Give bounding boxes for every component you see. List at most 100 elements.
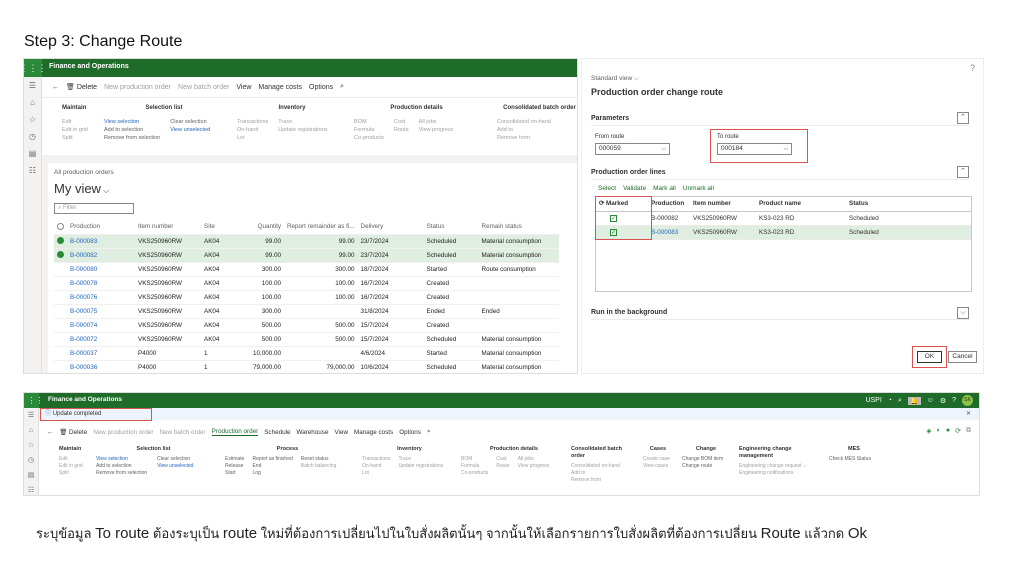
release-button[interactable]: Release	[225, 463, 244, 470]
column-header[interactable]: Product name	[756, 197, 846, 212]
waffle-icon[interactable]: ⋮⋮⋮	[24, 393, 44, 408]
all-jobs-button[interactable]: All jobs	[518, 456, 550, 463]
cost-button[interactable]: Cost	[394, 118, 409, 126]
gear-icon[interactable]: ⚙	[940, 397, 946, 405]
production-link[interactable]: B-000076	[67, 290, 135, 305]
edit-button[interactable]: Edit	[62, 118, 88, 126]
search-icon[interactable]: ⌕	[340, 83, 344, 91]
formula-button[interactable]: Formula	[354, 126, 384, 134]
column-header[interactable]: Production	[648, 197, 690, 212]
column-header[interactable]: Site	[201, 220, 246, 235]
batch-balancing-button[interactable]: Batch balancing	[301, 463, 337, 470]
search-icon[interactable]: ⌕	[898, 397, 902, 405]
change-route-button[interactable]: Change route	[682, 463, 730, 470]
engineering-notifications-button[interactable]: Engineering notifications	[739, 470, 824, 477]
remove-from-button[interactable]: Remove from	[571, 477, 636, 484]
split-button[interactable]: Split	[62, 134, 88, 142]
column-header[interactable]: Quantity	[246, 220, 284, 235]
report-as-finished-button[interactable]: Report as finished	[252, 456, 292, 463]
route-button[interactable]: Route	[496, 463, 509, 470]
edit-button[interactable]: Edit	[59, 456, 83, 463]
production-link[interactable]: B-000083	[67, 234, 135, 249]
new-batch-order-button[interactable]: New batch order	[159, 429, 205, 436]
waffle-icon[interactable]: ⋮⋮⋮	[24, 59, 47, 77]
workspace-icon[interactable]: ▤	[24, 145, 41, 162]
formula-button[interactable]: Formula	[461, 463, 488, 470]
help-icon[interactable]: ?	[970, 63, 975, 73]
validate-button[interactable]: Validate	[623, 185, 646, 192]
check-mes-status-button[interactable]: Check MES Status	[829, 456, 879, 463]
row-checkbox[interactable]	[57, 251, 64, 259]
search-icon[interactable]: ⌕	[427, 428, 431, 436]
table-row[interactable]: ✓ B-000082 VKS250960RW KS3-023 RD Schedu…	[596, 211, 971, 226]
hamburger-icon[interactable]: ☰	[24, 77, 41, 94]
clear-selection-button[interactable]: Clear selection	[170, 118, 210, 126]
chevron-up-icon[interactable]: ⌃	[957, 112, 969, 124]
clear-selection-button[interactable]: Clear selection	[157, 456, 193, 463]
from-route-select[interactable]: 000059 ⌵	[595, 143, 670, 155]
bell-icon[interactable]: 🔔	[907, 396, 921, 405]
production-link[interactable]: B-000082	[67, 248, 135, 263]
tab-warehouse[interactable]: Warehouse	[296, 429, 328, 436]
split-button[interactable]: Split	[59, 470, 83, 477]
on-hand-button[interactable]: On-hand	[362, 463, 390, 470]
update-registrations-button[interactable]: Update registrations	[278, 126, 327, 134]
tab-production-order[interactable]: Production order	[211, 428, 259, 436]
app-name[interactable]: Finance and Operations	[48, 396, 122, 403]
lot-button[interactable]: Lot	[362, 470, 390, 477]
office-icon[interactable]: ◐	[937, 427, 941, 435]
remove-from-selection-button[interactable]: Remove from selection	[104, 134, 160, 142]
remove-from-selection-button[interactable]: Remove from selection	[96, 470, 147, 477]
bom-button[interactable]: BOM	[354, 118, 384, 126]
consolidated-on-hand-button[interactable]: Consolidated on-hand	[497, 118, 577, 126]
view-cases-button[interactable]: View cases	[643, 463, 673, 470]
help-circle-icon[interactable]: ◔	[888, 397, 892, 404]
clock-icon[interactable]: ◷	[24, 128, 41, 145]
trace-button[interactable]: Trace	[278, 118, 327, 126]
tab-options[interactable]: Options	[399, 429, 421, 436]
add-to-button[interactable]: Add to	[497, 126, 577, 134]
production-link[interactable]: B-000075	[67, 304, 135, 319]
mark-all-button[interactable]: Mark all	[653, 185, 676, 192]
chevron-up-icon[interactable]: ⌃	[957, 166, 969, 178]
view-selection-button[interactable]: View selection	[104, 118, 160, 126]
manage-costs-tab[interactable]: Manage costs	[258, 84, 302, 91]
star-icon[interactable]: ☆	[24, 438, 38, 453]
on-hand-button[interactable]: On-hand	[237, 126, 268, 134]
edit-in-grid-button[interactable]: Edit in grid	[62, 126, 88, 134]
column-header[interactable]: Status	[846, 197, 971, 212]
filter-input[interactable]: ⌕ Filter	[54, 203, 134, 214]
new-batch-order-button[interactable]: New batch order	[178, 84, 229, 91]
tab-schedule[interactable]: Schedule	[264, 429, 290, 436]
view-unselected-button[interactable]: View unselected	[170, 126, 210, 134]
transactions-button[interactable]: Transactions	[362, 456, 390, 463]
add-to-selection-button[interactable]: Add to selection	[104, 126, 160, 134]
column-header[interactable]: Delivery	[357, 220, 424, 235]
select-button[interactable]: Select	[598, 185, 616, 192]
new-production-order-button[interactable]: New production order	[93, 429, 153, 436]
co-products-button[interactable]: Co-products	[354, 134, 384, 142]
smile-icon[interactable]: ☺	[927, 397, 934, 404]
select-all-checkbox[interactable]	[54, 220, 67, 235]
production-link[interactable]: B-000074	[67, 318, 135, 333]
view-tab[interactable]: View	[236, 84, 251, 91]
close-icon[interactable]: ✕	[966, 408, 971, 420]
chevron-down-icon[interactable]: ⌵	[957, 307, 969, 319]
tab-manage-costs[interactable]: Manage costs	[354, 429, 393, 436]
column-header[interactable]: Production	[67, 220, 135, 235]
company-picker[interactable]: USPI	[865, 397, 881, 404]
add-to-button[interactable]: Add to	[571, 470, 636, 477]
table-row[interactable]: B-000082 VKS250960RW AK04 99.00 99.00 23…	[54, 248, 559, 263]
start-button[interactable]: Start	[225, 470, 244, 477]
remove-from-button[interactable]: Remove from	[497, 134, 577, 142]
view-progress-button[interactable]: View progress	[419, 126, 454, 134]
ok-button[interactable]: OK	[917, 351, 942, 363]
view-progress-button[interactable]: View progress	[518, 463, 550, 470]
options-tab[interactable]: Options	[309, 84, 333, 91]
end-button[interactable]: End	[252, 463, 292, 470]
column-header[interactable]: Remain status	[478, 220, 559, 235]
column-header[interactable]: Status	[423, 220, 479, 235]
production-link[interactable]: B-000072	[67, 332, 135, 347]
column-header[interactable]: Report remainder as fi...	[284, 220, 358, 235]
lot-button[interactable]: Lot	[237, 134, 268, 142]
